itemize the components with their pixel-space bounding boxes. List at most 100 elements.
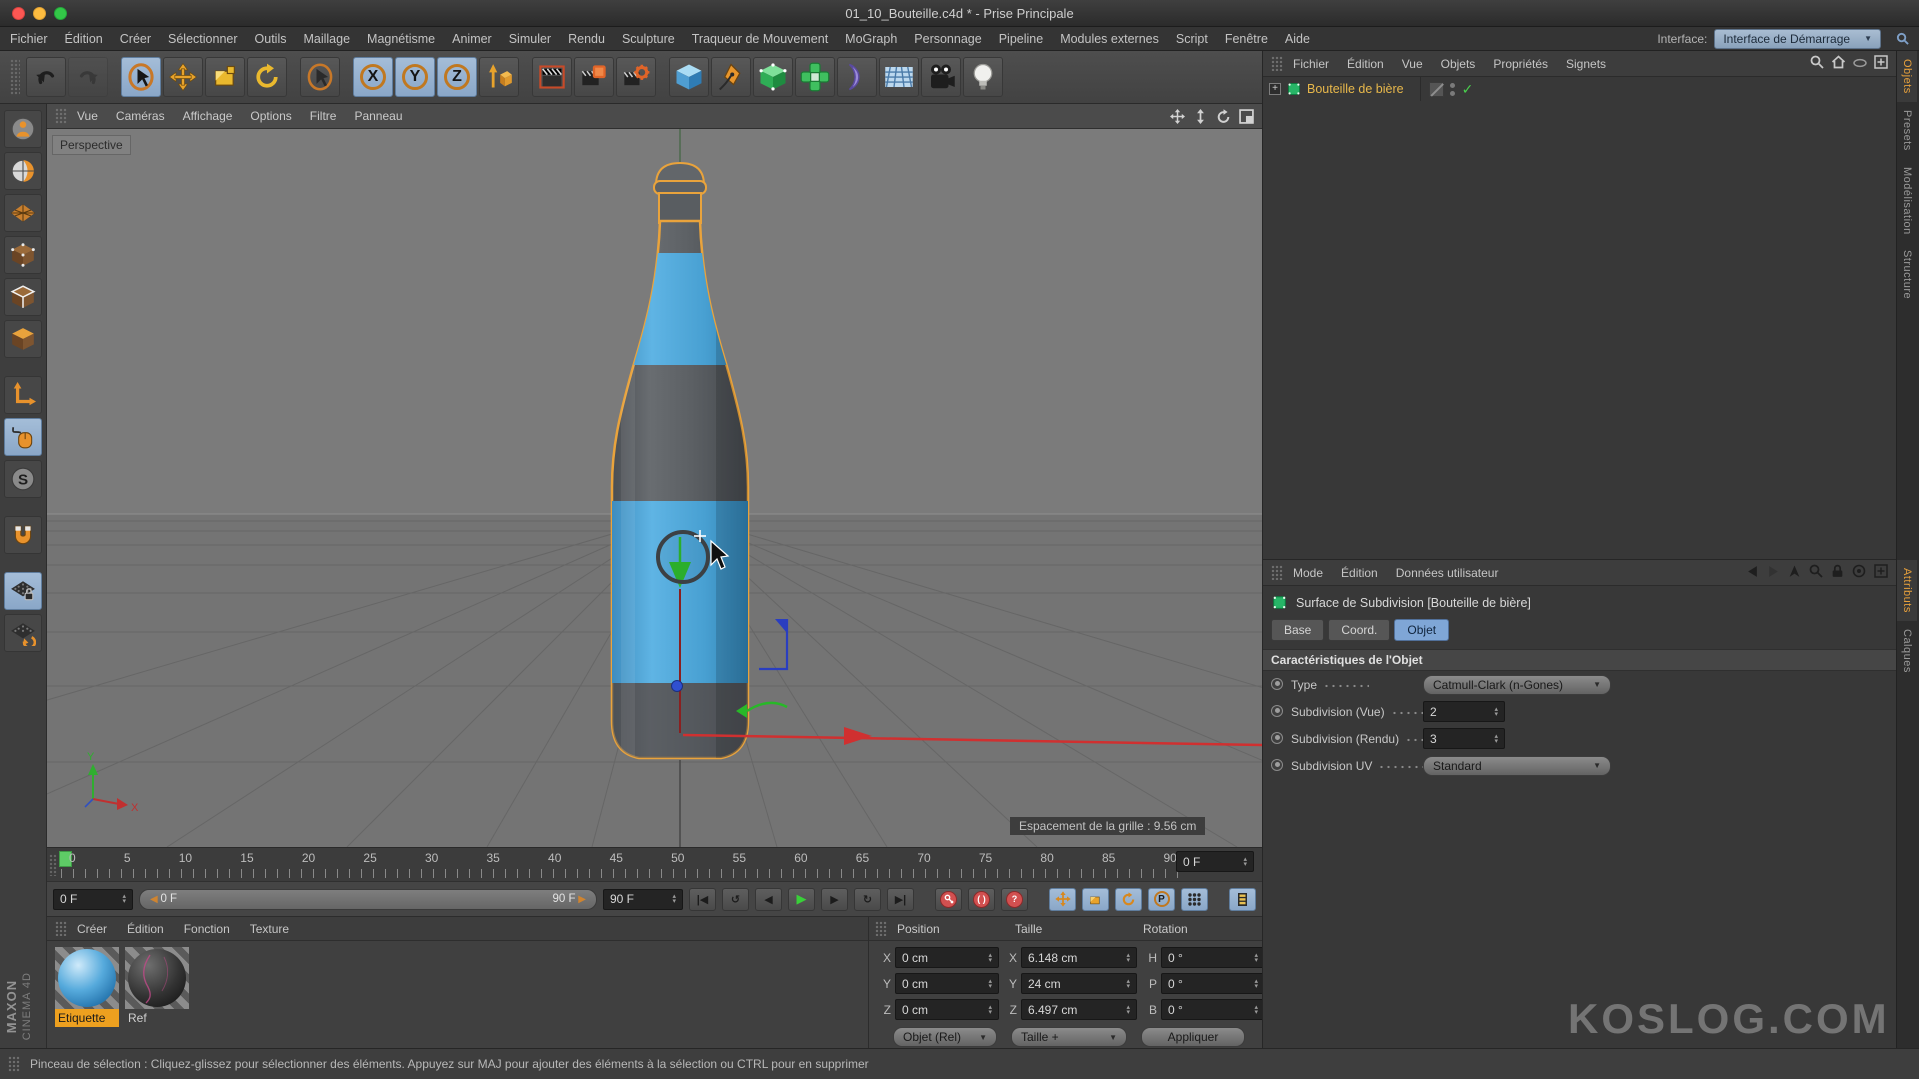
viewport-menu-item[interactable]: Caméras — [116, 109, 165, 123]
menu-item[interactable]: Personnage — [914, 32, 981, 46]
edges-mode-button[interactable] — [4, 278, 42, 316]
record-keyframe-button[interactable] — [935, 888, 962, 911]
key-parameter-toggle[interactable]: P — [1148, 888, 1175, 911]
play-button[interactable]: ▶ — [788, 888, 815, 911]
toolbar-grip[interactable] — [10, 59, 20, 95]
add-environment-button[interactable] — [879, 57, 919, 97]
y-axis-lock-button[interactable]: Y — [395, 57, 435, 97]
object-manager-menu-item[interactable]: Signets — [1566, 57, 1606, 71]
menu-item[interactable]: MoGraph — [845, 32, 897, 46]
object-manager-grip[interactable] — [1271, 56, 1283, 71]
spinner-icon[interactable]: ▴▾ — [1243, 857, 1247, 867]
material-menu-item[interactable]: Fonction — [184, 922, 230, 936]
viewport-menu-item[interactable]: Vue — [77, 109, 98, 123]
origin-point[interactable] — [672, 681, 683, 692]
key-scale-toggle[interactable] — [1082, 888, 1109, 911]
coordinates-grip[interactable] — [875, 921, 887, 936]
go-to-start-button[interactable]: |◀ — [689, 888, 716, 911]
viewport-pan-icon[interactable] — [1170, 109, 1185, 124]
menu-item[interactable]: Modules externes — [1060, 32, 1159, 46]
layer-tag-icon[interactable] — [1429, 82, 1444, 97]
range-left-arrow-icon[interactable]: ◀ — [150, 894, 160, 905]
dock-tab-structure[interactable]: Structure — [1897, 242, 1917, 307]
menu-item[interactable]: Édition — [65, 32, 103, 46]
viewport-menu-item[interactable]: Filtre — [310, 109, 337, 123]
attribute-manager-grip[interactable] — [1271, 565, 1283, 580]
menu-item[interactable]: Script — [1176, 32, 1208, 46]
eye-icon[interactable] — [1853, 57, 1867, 71]
coord-mode-dropdown[interactable]: Objet (Rel)▼ — [893, 1027, 997, 1047]
go-to-end-button[interactable]: ▶| — [887, 888, 914, 911]
menu-item[interactable]: Fenêtre — [1225, 32, 1268, 46]
texture-mode-button[interactable] — [4, 152, 42, 190]
pos-z-field[interactable]: 0 cm▴▾ — [895, 999, 999, 1020]
add-tab-icon[interactable] — [1874, 55, 1888, 72]
object-manager-menu-item[interactable]: Édition — [1347, 57, 1384, 71]
tab-base[interactable]: Base — [1271, 619, 1324, 641]
enable-axis-mode-button[interactable] — [4, 376, 42, 414]
workplane-mode-button[interactable] — [4, 194, 42, 232]
rotate-tool-button[interactable] — [247, 57, 287, 97]
interface-dropdown[interactable]: Interface de Démarrage▼ — [1714, 29, 1881, 49]
add-deformer-button[interactable] — [837, 57, 877, 97]
scale-tool-button[interactable] — [205, 57, 245, 97]
material-item[interactable]: Etiquette — [55, 947, 119, 1027]
render-settings-button[interactable] — [616, 57, 656, 97]
object-manager-menu-item[interactable]: Objets — [1441, 57, 1476, 71]
material-name[interactable]: Etiquette — [55, 1009, 119, 1027]
range-end-field[interactable]: 90 F▴▾ — [603, 889, 683, 910]
coordinate-system-button[interactable] — [479, 57, 519, 97]
viewport-menu-item[interactable]: Options — [250, 109, 291, 123]
object-manager-menu-item[interactable]: Propriétés — [1493, 57, 1548, 71]
dock-tab-modelisation[interactable]: Modélisation — [1897, 159, 1917, 243]
timeline-window-button[interactable] — [1229, 888, 1256, 911]
menu-item[interactable]: Simuler — [509, 32, 551, 46]
render-view-button[interactable] — [532, 57, 572, 97]
tab-coord[interactable]: Coord. — [1328, 619, 1390, 641]
menu-item[interactable]: Animer — [452, 32, 492, 46]
current-frame-field[interactable]: 0 F▴▾ — [1176, 851, 1254, 872]
viewport-3d[interactable]: Y X Perspective Espacement de la grille … — [47, 129, 1262, 847]
key-radio-icon[interactable] — [1271, 732, 1283, 744]
key-radio-icon[interactable] — [1271, 705, 1283, 717]
view-label[interactable]: Perspective — [52, 135, 131, 155]
object-manager-menu-item[interactable]: Vue — [1402, 57, 1423, 71]
timeline-ticks[interactable] — [61, 869, 1179, 878]
add-spline-pen-button[interactable] — [711, 57, 751, 97]
autokey-button[interactable]: ( ) — [968, 888, 995, 911]
pos-y-field[interactable]: 0 cm▴▾ — [895, 973, 999, 994]
add-light-button[interactable] — [963, 57, 1003, 97]
search-icon[interactable] — [1809, 564, 1823, 581]
menu-item[interactable]: Aide — [1285, 32, 1310, 46]
workplane-rotate-button[interactable] — [4, 614, 42, 652]
lock-icon[interactable] — [1831, 564, 1844, 581]
enabled-check-icon[interactable]: ✓ — [1462, 81, 1474, 98]
attribute-menu-item[interactable]: Données utilisateur — [1396, 566, 1499, 580]
tab-objet[interactable]: Objet — [1394, 619, 1449, 641]
add-subdivision-surface-button[interactable] — [753, 57, 793, 97]
menu-item[interactable]: Pipeline — [999, 32, 1043, 46]
viewport-menu-grip[interactable] — [55, 108, 67, 124]
menubar-search-icon[interactable] — [1896, 32, 1909, 45]
key-radio-icon[interactable] — [1271, 759, 1283, 771]
rot-b-field[interactable]: 0 °▴▾ — [1161, 999, 1265, 1020]
viewport-zoom-icon[interactable] — [1193, 109, 1208, 124]
next-frame-button[interactable]: ▶ — [821, 888, 848, 911]
size-z-field[interactable]: 6.497 cm▴▾ — [1021, 999, 1137, 1020]
next-key-button[interactable]: ↻ — [854, 888, 881, 911]
redo-button[interactable] — [68, 57, 108, 97]
key-position-toggle[interactable] — [1049, 888, 1076, 911]
size-x-field[interactable]: 6.148 cm▴▾ — [1021, 947, 1137, 968]
object-row[interactable]: + Bouteille de bière ✓ — [1263, 77, 1896, 101]
key-radio-icon[interactable] — [1271, 678, 1283, 690]
navigate-up-icon[interactable] — [1788, 565, 1801, 581]
range-right-arrow-icon[interactable]: ▶ — [576, 894, 586, 905]
subdivision-uv-dropdown[interactable]: Standard▼ — [1423, 756, 1611, 776]
object-manager-menu-item[interactable]: Fichier — [1293, 57, 1329, 71]
range-start-field[interactable]: 0 F▴▾ — [53, 889, 133, 910]
menu-item[interactable]: Rendu — [568, 32, 605, 46]
pos-x-field[interactable]: 0 cm▴▾ — [895, 947, 999, 968]
material-name[interactable]: Ref — [125, 1009, 189, 1027]
z-axis-lock-button[interactable]: Z — [437, 57, 477, 97]
timeline-grip[interactable] — [49, 854, 57, 876]
